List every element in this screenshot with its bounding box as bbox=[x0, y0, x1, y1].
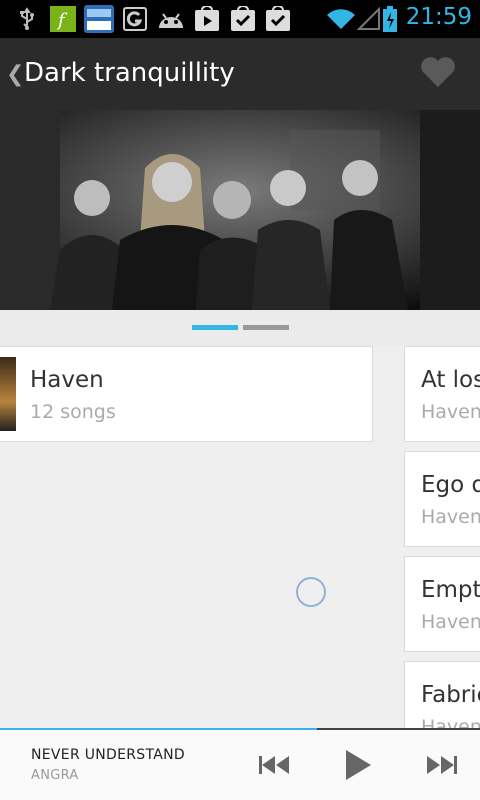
song-album: Haven bbox=[421, 401, 480, 423]
next-icon bbox=[427, 756, 457, 774]
app-icon-deal bbox=[84, 5, 114, 33]
status-bar: f 21:59 bbox=[0, 0, 480, 38]
now-playing-artist[interactable]: ANGRA bbox=[31, 768, 79, 783]
previous-icon bbox=[259, 756, 289, 774]
album-title: Haven bbox=[30, 367, 104, 393]
song-title: Empti bbox=[421, 577, 480, 603]
page-indicator bbox=[0, 310, 480, 346]
play-icon bbox=[346, 750, 371, 780]
action-bar: ❮ Dark tranquillity bbox=[0, 38, 480, 110]
song-title: Ego d bbox=[421, 472, 480, 498]
now-playing-title[interactable]: NEVER UNDERSTAND bbox=[31, 747, 185, 763]
song-album: Haven bbox=[421, 716, 480, 728]
album-song-count: 12 songs bbox=[30, 401, 116, 423]
next-button[interactable] bbox=[422, 747, 462, 783]
g-icon bbox=[122, 6, 148, 32]
page-indicator-active[interactable] bbox=[192, 325, 238, 330]
chevron-left-icon[interactable]: ❮ bbox=[6, 62, 24, 87]
artist-content: Haven 12 songs At los Haven Ego d Haven … bbox=[0, 346, 480, 728]
loading-spinner bbox=[296, 577, 326, 607]
album-card[interactable]: Haven 12 songs bbox=[0, 346, 373, 442]
check-bag-icon bbox=[230, 6, 256, 32]
play-store-icon bbox=[194, 6, 220, 32]
page-indicator-inactive[interactable] bbox=[243, 325, 289, 330]
check-bag-icon bbox=[265, 6, 291, 32]
android-icon bbox=[156, 6, 186, 32]
song-card[interactable]: Empti Haven bbox=[404, 556, 480, 652]
song-album: Haven bbox=[421, 611, 480, 633]
song-card[interactable]: Fabric Haven bbox=[404, 661, 480, 728]
song-title: At los bbox=[421, 367, 480, 393]
song-card[interactable]: At los Haven bbox=[404, 346, 480, 442]
song-card[interactable]: Ego d Haven bbox=[404, 451, 480, 547]
page-title[interactable]: Dark tranquillity bbox=[24, 58, 235, 88]
signal-icon bbox=[356, 6, 382, 32]
artist-photo bbox=[0, 110, 480, 310]
heart-icon[interactable] bbox=[420, 56, 456, 92]
song-album: Haven bbox=[421, 506, 480, 528]
song-title: Fabric bbox=[421, 682, 480, 708]
previous-button[interactable] bbox=[254, 747, 294, 783]
play-button[interactable] bbox=[338, 747, 378, 783]
usb-icon bbox=[14, 6, 40, 32]
wifi-icon bbox=[326, 6, 356, 32]
app-icon-green: f bbox=[50, 6, 76, 32]
battery-charging-icon bbox=[380, 6, 400, 32]
clock: 21:59 bbox=[405, 4, 472, 30]
now-playing-bar: NEVER UNDERSTAND ANGRA bbox=[0, 730, 480, 800]
album-cover bbox=[0, 357, 16, 431]
